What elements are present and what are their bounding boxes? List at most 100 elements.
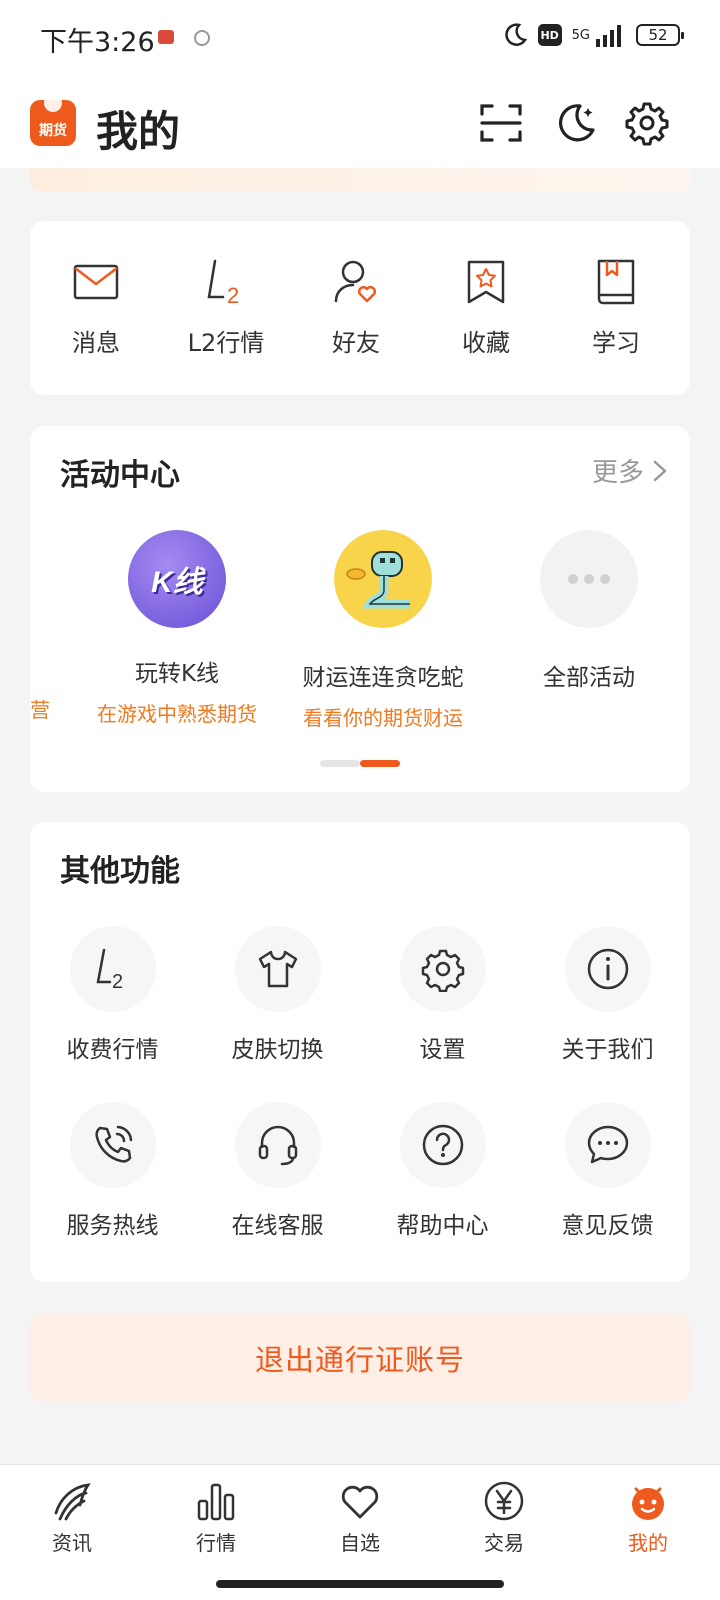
func-paid-quotes[interactable]: 2 收费行情 <box>30 926 195 1064</box>
heart-icon <box>341 1485 379 1519</box>
quick-action-label: 消息 <box>72 329 120 357</box>
signal-icon <box>596 25 621 47</box>
l2-icon: 2 <box>95 948 123 992</box>
carousel-dot-active <box>360 760 400 767</box>
quick-actions-card: 消息 2 L2行情 好友 收藏 学习 <box>30 221 690 395</box>
nav-tab-news[interactable]: 资讯 <box>0 1479 144 1556</box>
activity-name: 玩转K线 <box>134 661 220 687</box>
nav-label: 交易 <box>484 1531 524 1555</box>
func-label: 关于我们 <box>561 1037 654 1063</box>
banner-strip[interactable] <box>30 168 690 192</box>
snake-game-icon <box>334 530 432 628</box>
activity-center-card: 活动中心 更多 营 K线 玩转K线 在游戏中熟悉期货 财运连连贪吃蛇 看看你的期… <box>30 426 690 792</box>
activity-desc: 在游戏中熟悉期货 <box>97 702 257 726</box>
activity-name: 财运连连贪吃蛇 <box>302 665 464 691</box>
nav-tab-watchlist[interactable]: 自选 <box>288 1479 432 1556</box>
hd-badge: HD <box>537 24 562 46</box>
quick-action-label: 学习 <box>592 329 640 357</box>
yen-icon <box>484 1481 524 1521</box>
scan-icon[interactable] <box>478 100 524 146</box>
quick-action-label: 好友 <box>332 329 380 357</box>
gear-icon[interactable] <box>624 100 670 146</box>
quick-action-l2[interactable]: 2 L2行情 <box>160 257 292 358</box>
status-time: 下午3:26 <box>40 27 155 58</box>
func-settings[interactable]: 设置 <box>360 926 525 1064</box>
more-dots-icon <box>540 530 638 628</box>
help-icon <box>422 1124 463 1166</box>
activity-center-title: 活动中心 <box>60 458 180 493</box>
l2-icon: 2 <box>207 259 239 307</box>
func-label: 服务热线 <box>66 1213 159 1239</box>
friend-icon <box>334 260 376 303</box>
more-label: 更多 <box>591 458 644 488</box>
other-functions-card: 其他功能 2 收费行情 皮肤切换 设置 关于我们 服务热线 在线客服 帮助中心 … <box>30 822 690 1282</box>
battery-indicator: 52 <box>636 24 684 46</box>
mine-icon <box>632 1487 664 1520</box>
nav-label: 自选 <box>340 1531 380 1555</box>
home-indicator[interactable] <box>216 1580 504 1588</box>
activity-name: 全部活动 <box>543 665 635 691</box>
nav-label: 资讯 <box>52 1531 92 1555</box>
func-online-service[interactable]: 在线客服 <box>195 1102 360 1240</box>
info-icon <box>587 948 628 990</box>
mail-icon <box>73 264 119 300</box>
status-indicators: HD 5G 52 <box>502 22 684 48</box>
kline-game-icon: K线 <box>128 530 226 628</box>
func-feedback[interactable]: 意见反馈 <box>525 1102 690 1240</box>
quick-action-messages[interactable]: 消息 <box>30 257 162 358</box>
carousel-indicator <box>320 760 400 768</box>
other-functions-title: 其他功能 <box>60 854 180 889</box>
kline-game-badge: K线 <box>151 566 203 599</box>
activity-item-all[interactable]: 全部活动 <box>484 530 694 692</box>
page-title: 我的 <box>96 107 181 156</box>
func-label: 皮肤切换 <box>231 1037 324 1063</box>
headset-icon <box>258 1125 297 1166</box>
svg-text:2: 2 <box>227 283 239 307</box>
func-hotline[interactable]: 服务热线 <box>30 1102 195 1240</box>
moon-status-icon <box>504 23 527 46</box>
activity-item-snake[interactable]: 财运连连贪吃蛇 看看你的期货财运 <box>278 530 488 731</box>
activity-item-kline[interactable]: K线 玩转K线 在游戏中熟悉期货 <box>72 530 282 727</box>
status-bar: 下午3:26 HD 5G 52 <box>0 0 720 78</box>
activity-desc: 看看你的期货财运 <box>303 706 463 730</box>
quick-action-label: 收藏 <box>462 329 510 357</box>
tshirt-icon <box>258 950 297 988</box>
func-label: 帮助中心 <box>396 1213 489 1239</box>
bars-icon <box>197 1483 235 1521</box>
page-header: 期货 我的 <box>0 78 720 168</box>
nav-label: 行情 <box>196 1531 236 1555</box>
func-help-center[interactable]: 帮助中心 <box>360 1102 525 1240</box>
bookmark-star-icon <box>467 260 505 304</box>
news-icon <box>54 1483 91 1521</box>
chat-icon <box>587 1125 628 1164</box>
func-label: 收费行情 <box>66 1037 159 1063</box>
app-logo: 期货 <box>30 100 76 146</box>
nav-tab-mine[interactable]: 我的 <box>576 1479 720 1556</box>
quick-action-favorites[interactable]: 收藏 <box>420 257 552 358</box>
night-mode-icon[interactable] <box>552 100 598 146</box>
notification-app-icon <box>158 30 174 44</box>
gear-icon <box>421 949 464 992</box>
func-about[interactable]: 关于我们 <box>525 926 690 1064</box>
logout-button[interactable]: 退出通行证账号 <box>30 1314 690 1402</box>
svg-text:2: 2 <box>112 971 123 992</box>
activity-more-link[interactable]: 更多 <box>592 452 668 489</box>
book-icon <box>597 259 635 305</box>
phone-icon <box>94 1125 132 1163</box>
nav-tab-trade[interactable]: 交易 <box>432 1479 576 1556</box>
quick-action-friends[interactable]: 好友 <box>290 257 422 358</box>
nav-tab-quotes[interactable]: 行情 <box>144 1479 288 1556</box>
func-label: 设置 <box>419 1037 466 1063</box>
app-logo-text: 期货 <box>39 123 67 139</box>
carousel-dot <box>320 760 360 767</box>
func-skin[interactable]: 皮肤切换 <box>195 926 360 1064</box>
quick-action-study[interactable]: 学习 <box>550 257 682 358</box>
func-label: 意见反馈 <box>561 1213 654 1239</box>
activity-partial-desc: 营 <box>30 698 50 722</box>
quick-action-label: L2行情 <box>187 329 265 357</box>
notification-app-icon <box>194 30 210 46</box>
chevron-right-icon <box>653 460 667 481</box>
network-type: 5G <box>571 27 590 43</box>
func-label: 在线客服 <box>231 1213 324 1239</box>
nav-label: 我的 <box>628 1531 668 1555</box>
